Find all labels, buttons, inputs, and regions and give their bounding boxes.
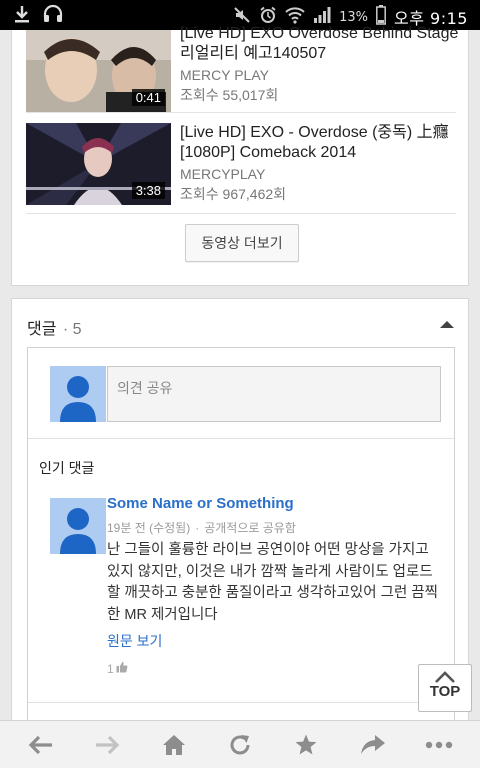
view-original-link[interactable]: 원문 보기 (107, 631, 162, 651)
top-label: TOP (429, 683, 461, 700)
more-dots-icon (425, 741, 453, 748)
share-button[interactable] (348, 725, 398, 765)
comment-text: 난 그들이 훌륭한 라이브 공연이야 어떤 망상을 가지고 있지 않지만, 이것… (107, 542, 438, 623)
comment-avatar[interactable] (50, 498, 106, 554)
refresh-icon (230, 734, 250, 754)
download-icon (12, 4, 32, 28)
comments-title: 댓글 (27, 321, 57, 338)
browser-toolbar (0, 720, 480, 768)
divider (26, 112, 456, 113)
headphones-icon (42, 4, 64, 28)
video-channel: MERCYPLAY (180, 166, 266, 182)
video-views: 조회수 55,017회 (180, 87, 279, 103)
comment-time[interactable]: 19분 전 (수정됨) (107, 521, 190, 535)
avatar (50, 366, 106, 422)
comment-meta: 19분 전 (수정됨) · 공개적으로 공유함 (107, 521, 296, 535)
collapse-icon[interactable] (440, 321, 454, 328)
like-count: 1 (107, 661, 114, 676)
scroll-top-button[interactable]: TOP (418, 664, 472, 712)
video-channel: MERCY PLAY (180, 67, 269, 83)
comment-likes[interactable]: 1 (107, 661, 128, 676)
share-comment-input[interactable]: 의견 공유 (107, 366, 441, 422)
comments-count: · 5 (62, 321, 82, 338)
home-button[interactable] (149, 725, 199, 765)
related-videos-card: 0:41 [Live HD] EXO Overdose Behind Stage… (11, 25, 469, 286)
video-item[interactable]: 0:41 [Live HD] EXO Overdose Behind Stage… (26, 25, 458, 112)
star-icon (295, 734, 317, 754)
video-title[interactable]: [Live HD] EXO - Overdose (중독) 上癮 [1080P]… (180, 123, 460, 163)
comments-card: 댓글 · 5 의견 공유 인기 댓글 Some Name or Somethin… (11, 298, 469, 729)
video-title[interactable]: [Live HD] EXO Overdose Behind Stage 리얼리티… (180, 24, 460, 64)
refresh-button[interactable] (215, 725, 265, 765)
share-arrow-icon (360, 734, 385, 754)
comments-panel: 의견 공유 인기 댓글 Some Name or Something 19분 전… (27, 347, 455, 729)
thumbs-up-icon[interactable] (116, 661, 128, 676)
video-thumbnail[interactable]: 3:38 (26, 123, 171, 205)
forward-button[interactable] (82, 725, 132, 765)
comments-header: 댓글 · 5 (27, 315, 82, 339)
divider (26, 213, 456, 214)
comment-author[interactable]: Some Name or Something (107, 495, 294, 512)
back-button[interactable] (16, 725, 66, 765)
comment-visibility: 공개적으로 공유함 (204, 521, 296, 535)
popular-comments-label: 인기 댓글 (39, 460, 95, 476)
battery-percent: 13% (339, 9, 369, 25)
chevron-up-icon (435, 671, 455, 683)
more-menu-button[interactable] (414, 725, 464, 765)
back-arrow-icon (28, 735, 53, 754)
video-item[interactable]: 3:38 [Live HD] EXO - Overdose (중독) 上癮 [1… (26, 123, 456, 205)
divider (28, 702, 454, 703)
divider (28, 438, 454, 439)
home-icon (162, 734, 185, 755)
video-duration: 3:38 (131, 182, 165, 199)
video-duration: 0:41 (131, 89, 165, 106)
video-views: 조회수 967,462회 (180, 186, 287, 202)
bookmark-button[interactable] (281, 725, 331, 765)
forward-arrow-icon (96, 735, 120, 754)
more-videos-button[interactable]: 동영상 더보기 (185, 224, 299, 262)
video-thumbnail[interactable]: 0:41 (26, 30, 171, 112)
